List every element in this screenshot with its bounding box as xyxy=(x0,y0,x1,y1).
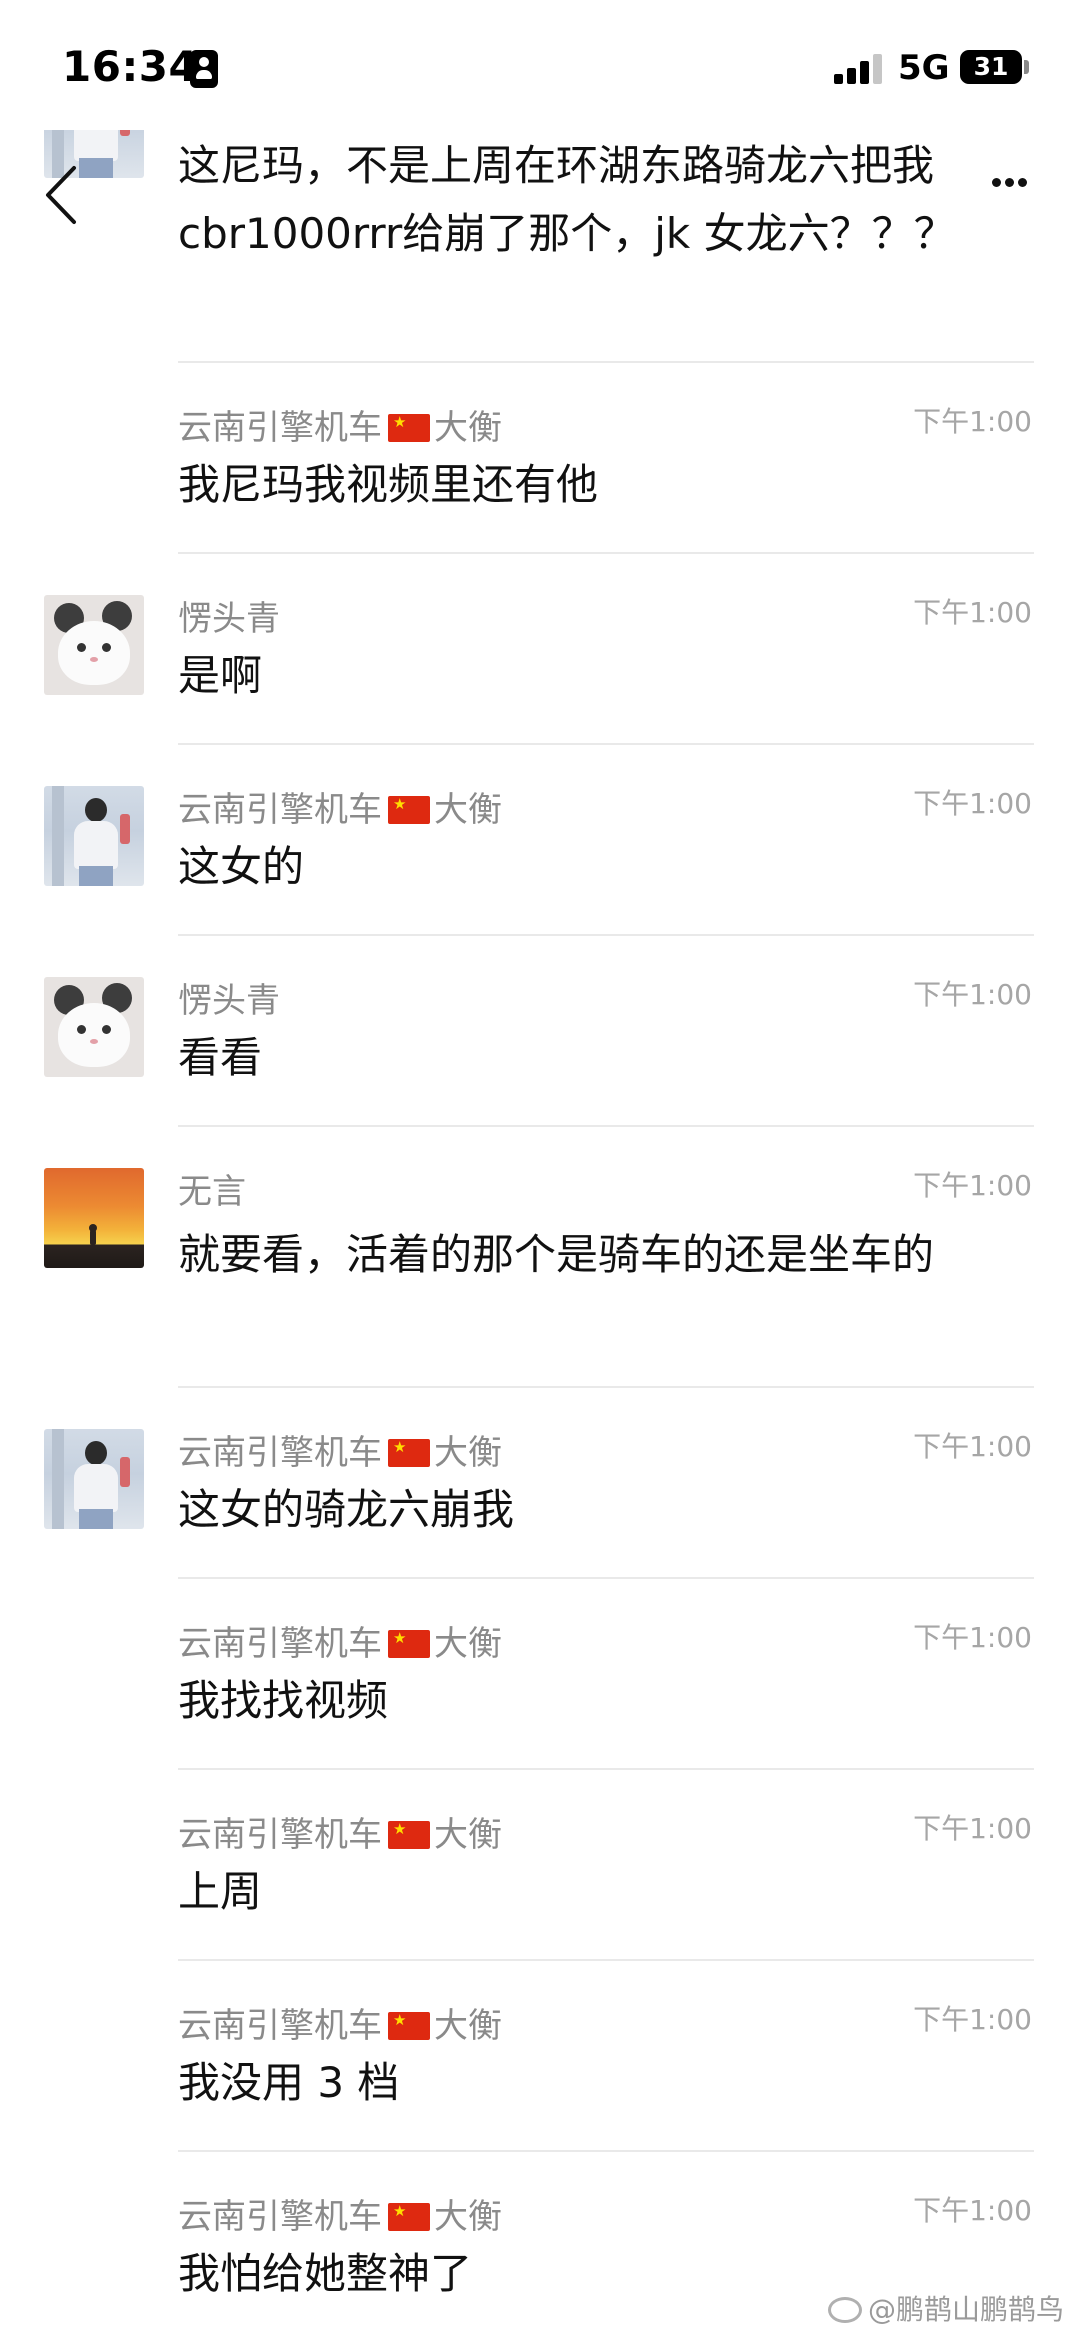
sender-name-text: 云南引擎机车 xyxy=(178,408,382,448)
message-list[interactable]: 这尼玛，不是上周在环湖东路骑龙六把我 cbr1000rrr给崩了那个，jk 女龙… xyxy=(0,0,1080,2337)
sender-name-text: 云南引擎机车 xyxy=(178,1433,382,1473)
message-time: 下午1:00 xyxy=(913,1430,1032,1463)
avatar[interactable] xyxy=(44,1429,144,1529)
watermark: @鹏鹊山鹏鹊鸟 xyxy=(828,2288,1064,2328)
divider xyxy=(178,1577,1034,1579)
sender-name-suffix: 大衡 xyxy=(434,1815,502,1855)
sender-name-suffix: 大衡 xyxy=(434,1433,502,1473)
battery-icon: 31 xyxy=(960,50,1022,84)
message-time: 下午1:00 xyxy=(913,1169,1032,1202)
sender-name: 云南引擎机车 大衡 xyxy=(178,1616,502,1665)
chat-screen: 这尼玛，不是上周在环湖东路骑龙六把我 cbr1000rrr给崩了那个，jk 女龙… xyxy=(0,0,1080,2337)
battery-level: 31 xyxy=(973,52,1009,81)
message-text: 上周 xyxy=(178,1867,263,1916)
sender-name-suffix: 大衡 xyxy=(434,1624,502,1664)
watermark-text: @鹏鹊山鹏鹊鸟 xyxy=(868,2293,1065,2326)
sender-name: 云南引擎机车 大衡 xyxy=(178,1425,502,1474)
cn-flag-icon xyxy=(388,1438,430,1467)
cn-flag-icon xyxy=(388,1629,430,1658)
sender-name: 云南引擎机车 大衡 xyxy=(178,2189,502,2238)
sender-name: 愣头青 xyxy=(178,973,280,1022)
divider xyxy=(178,552,1034,554)
avatar[interactable] xyxy=(44,786,144,886)
sender-name-text: 愣头青 xyxy=(178,599,280,639)
message-text: 我尼玛我视频里还有他 xyxy=(178,460,599,509)
message-time: 下午1:00 xyxy=(913,2194,1032,2227)
message-text: 这女的骑龙六崩我 xyxy=(178,1485,515,1534)
divider xyxy=(178,1386,1034,1388)
sender-name: 云南引擎机车 大衡 xyxy=(178,1807,502,1856)
sender-name-text: 云南引擎机车 xyxy=(178,790,382,830)
divider xyxy=(178,1959,1034,1961)
sender-name-suffix: 大衡 xyxy=(434,408,502,448)
divider xyxy=(178,1125,1034,1127)
signal-icon xyxy=(834,52,882,84)
sender-name-text: 无言 xyxy=(178,1172,246,1212)
message-text: 我没用 3 档 xyxy=(178,2058,400,2107)
portrait-lock-icon xyxy=(190,50,218,88)
cn-flag-icon xyxy=(388,2011,430,2040)
network-type: 5G xyxy=(898,48,950,88)
message-text: 这女的 xyxy=(178,842,305,891)
sender-name: 无言 xyxy=(178,1164,246,1213)
sender-name: 云南引擎机车 大衡 xyxy=(178,400,502,449)
back-icon[interactable] xyxy=(38,160,92,230)
sender-name: 云南引擎机车 大衡 xyxy=(178,1998,502,2047)
sender-name-text: 愣头青 xyxy=(178,981,280,1021)
message-text: 我找找视频 xyxy=(178,1676,389,1725)
cn-flag-icon xyxy=(388,2202,430,2231)
cn-flag-icon xyxy=(388,795,430,824)
weibo-icon xyxy=(828,2297,862,2323)
sender-name: 云南引擎机车 大衡 xyxy=(178,782,502,831)
divider xyxy=(178,934,1034,936)
message-text: 看看 xyxy=(178,1033,263,1082)
message-time: 下午1:00 xyxy=(913,596,1032,629)
divider xyxy=(178,743,1034,745)
more-icon[interactable] xyxy=(992,178,1028,192)
sender-name-text: 云南引擎机车 xyxy=(178,2197,382,2237)
avatar[interactable] xyxy=(44,1168,144,1268)
message-text: 是啊 xyxy=(178,651,263,700)
message-time: 下午1:00 xyxy=(913,1812,1032,1845)
sender-name-suffix: 大衡 xyxy=(434,2197,502,2237)
divider xyxy=(178,1768,1034,1770)
cn-flag-icon xyxy=(388,1820,430,1849)
battery-tip xyxy=(1024,60,1029,74)
message-text: 就要看，活着的那个是骑车的还是坐车的 xyxy=(178,1230,935,1279)
sender-name-text: 云南引擎机车 xyxy=(178,2006,382,2046)
status-time: 16:34 xyxy=(62,42,199,91)
sender-name-suffix: 大衡 xyxy=(434,790,502,830)
message-time: 下午1:00 xyxy=(913,1621,1032,1654)
message-time: 下午1:00 xyxy=(913,787,1032,820)
message-time: 下午1:00 xyxy=(913,978,1032,1011)
divider xyxy=(178,2150,1034,2152)
avatar[interactable] xyxy=(44,977,144,1077)
message-time: 下午1:00 xyxy=(913,2003,1032,2036)
message-time: 下午1:00 xyxy=(913,405,1032,438)
divider xyxy=(178,361,1034,363)
avatar[interactable] xyxy=(44,595,144,695)
sender-name-suffix: 大衡 xyxy=(434,2006,502,2046)
sender-name-text: 云南引擎机车 xyxy=(178,1624,382,1664)
sender-name: 愣头青 xyxy=(178,591,280,640)
status-bar: 16:34 5G 31 xyxy=(0,0,1080,130)
cn-flag-icon xyxy=(388,413,430,442)
sender-name-text: 云南引擎机车 xyxy=(178,1815,382,1855)
message-text: 这尼玛，不是上周在环湖东路骑龙六把我 cbr1000rrr给崩了那个，jk 女龙… xyxy=(178,141,956,258)
